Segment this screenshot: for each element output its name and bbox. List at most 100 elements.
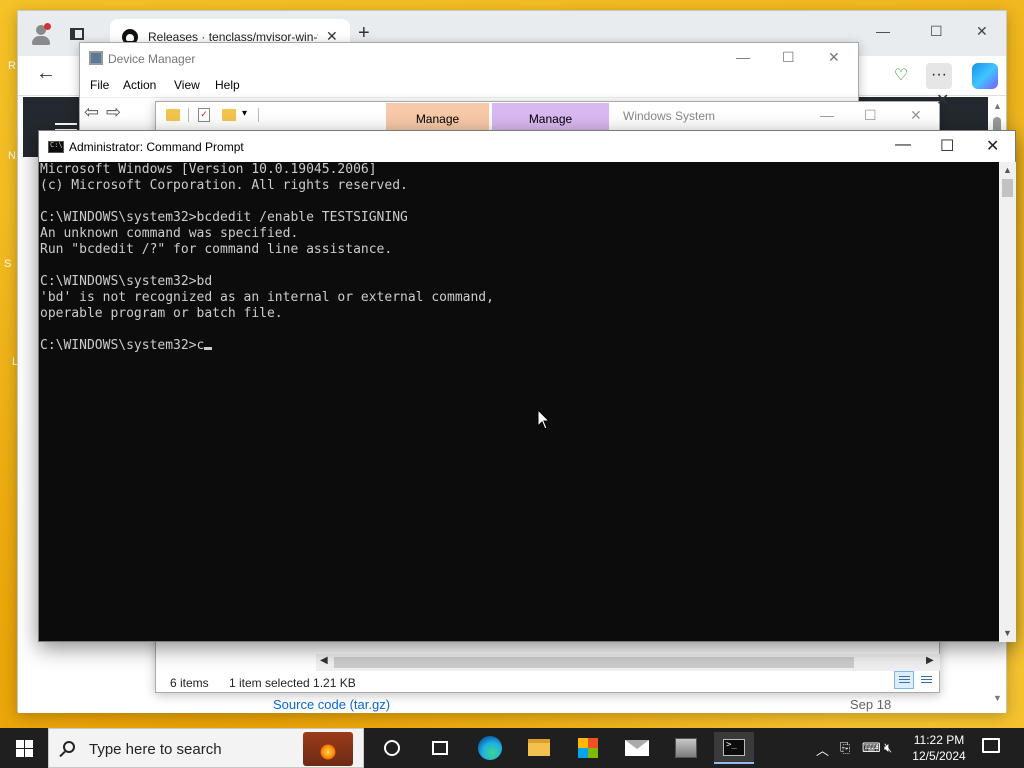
taskbar-edge[interactable] — [470, 732, 510, 764]
ribbon-tab-manage-drive[interactable]: Manage — [386, 103, 489, 132]
cmd-close-button[interactable]: ✕ — [986, 136, 999, 156]
new-folder-icon[interactable] — [222, 109, 236, 121]
console-line: 'bd' is not recognized as an internal or… — [40, 290, 494, 305]
task-view-button[interactable] — [420, 732, 460, 764]
scroll-thumb[interactable] — [1002, 179, 1013, 197]
console-prompt: C:\WINDOWS\system32>c — [40, 338, 205, 353]
separator — [188, 108, 189, 122]
asset-link-source-tar[interactable]: Source code (tar.gz) — [273, 697, 390, 712]
device-manager-minimize-button[interactable]: — — [736, 49, 750, 65]
browser-minimize-button[interactable]: — — [876, 23, 890, 39]
scroll-up-icon[interactable]: ▲ — [1003, 165, 1012, 175]
taskbar-device-manager[interactable] — [666, 732, 706, 764]
command-prompt-window: Administrator: Command Prompt — ☐ ✕ Micr… — [38, 130, 1016, 642]
device-manager-close-button[interactable]: ✕ — [828, 49, 840, 66]
menu-help[interactable]: Help — [215, 78, 240, 92]
explorer-close-button[interactable]: ✕ — [910, 107, 922, 124]
taskbar-clock[interactable]: 11:22 PM 12/5/2024 — [905, 732, 973, 764]
command-prompt-icon — [723, 739, 745, 756]
edge-icon — [478, 736, 502, 760]
explorer-horizontal-scrollbar[interactable]: ◀ ▶ — [316, 654, 940, 671]
tray-overflow-chevron-icon[interactable]: ︿ — [816, 740, 829, 759]
back-arrow-icon[interactable]: ⇦ — [84, 102, 99, 123]
ribbon-tab-manage-app[interactable]: Manage — [492, 103, 609, 132]
scroll-down-icon[interactable]: ▼ — [993, 693, 1002, 703]
item-count: 6 items — [170, 676, 209, 690]
forward-arrow-icon[interactable]: ⇨ — [106, 102, 121, 123]
search-icon — [63, 741, 75, 753]
file-explorer-icon — [528, 739, 550, 756]
profile-avatar-icon[interactable] — [30, 23, 52, 45]
cortana-button[interactable] — [372, 732, 412, 764]
start-button[interactable] — [0, 728, 48, 768]
scroll-up-icon[interactable]: ▲ — [993, 101, 1002, 111]
copilot-icon[interactable] — [972, 63, 998, 89]
large-icons-view-button[interactable] — [916, 671, 936, 689]
search-highlight-fireplace-icon[interactable] — [303, 732, 353, 766]
desktop-icon-fragment[interactable]: R — [8, 60, 16, 72]
console-line: (c) Microsoft Corporation. All rights re… — [40, 178, 408, 193]
mail-icon — [625, 740, 649, 756]
browser-maximize-button[interactable]: ☐ — [930, 23, 943, 40]
cmd-vertical-scrollbar[interactable]: ▲ ▼ — [999, 162, 1016, 642]
cmd-console[interactable]: Microsoft Windows [Version 10.0.19045.20… — [39, 162, 999, 642]
desktop-icon-fragment[interactable]: S — [4, 258, 11, 270]
tab-actions-icon[interactable] — [70, 28, 84, 40]
browser-essentials-icon[interactable]: ♡ — [888, 63, 914, 89]
explorer-minimize-button[interactable]: — — [820, 107, 834, 123]
desktop-icon-fragment[interactable]: N — [8, 150, 16, 162]
explorer-titlebar[interactable]: ✓ ▾ Manage Manage Windows System — ☐ ✕ — [156, 102, 939, 132]
cortana-icon — [384, 740, 400, 756]
browser-sidebar-close-icon[interactable]: ✕ — [936, 90, 949, 110]
menu-action[interactable]: Action — [123, 78, 156, 92]
browser-close-button[interactable]: ✕ — [976, 23, 988, 40]
taskbar-microsoft-store[interactable] — [568, 732, 608, 764]
store-icon — [578, 738, 598, 758]
device-manager-menubar: File Action View Help — [80, 75, 858, 97]
back-button[interactable]: ← — [36, 62, 56, 85]
console-line: operable program or batch file. — [40, 306, 283, 321]
device-manager-icon — [89, 51, 103, 65]
text-cursor — [204, 347, 213, 350]
asset-date: Sep 18 — [850, 697, 892, 712]
taskbar-file-explorer[interactable] — [519, 732, 559, 764]
explorer-maximize-button[interactable]: ☐ — [864, 107, 877, 124]
clock-time: 11:22 PM — [913, 733, 965, 747]
scroll-left-icon[interactable]: ◀ — [320, 655, 328, 666]
device-manager-titlebar[interactable]: Device Manager — ☐ ✕ — [80, 43, 858, 75]
console-line: Run "bcdedit /?" for command line assist… — [40, 242, 393, 257]
selection-info: 1 item selected 1.21 KB — [229, 676, 356, 690]
console-input-line[interactable]: C:\WINDOWS\system32>c — [40, 338, 999, 354]
taskbar-mail[interactable] — [617, 732, 657, 764]
quick-access-dropdown-icon[interactable]: ▾ — [242, 108, 247, 119]
cmd-titlebar[interactable]: Administrator: Command Prompt — ☐ ✕ — [39, 131, 1015, 162]
menu-view[interactable]: View — [174, 78, 200, 92]
cmd-maximize-button[interactable]: ☐ — [940, 136, 954, 156]
cmd-minimize-button[interactable]: — — [895, 136, 911, 154]
device-manager-maximize-button[interactable]: ☐ — [782, 49, 795, 66]
explorer-title: Windows System — [623, 109, 716, 123]
settings-more-button[interactable]: ··· — [926, 63, 952, 89]
explorer-status-bar: 6 items 1 item selected 1.21 KB — [156, 672, 939, 694]
properties-icon[interactable]: ✓ — [198, 108, 210, 122]
volume-muted-icon[interactable]: 🔇︎ — [884, 740, 892, 756]
scroll-right-icon[interactable]: ▶ — [926, 655, 934, 666]
clock-date: 12/5/2024 — [912, 749, 966, 763]
notifications-icon[interactable] — [982, 738, 1000, 753]
console-line: An unknown command was specified. — [40, 226, 299, 241]
menu-file[interactable]: File — [90, 78, 109, 92]
cmd-title: Administrator: Command Prompt — [69, 140, 244, 154]
menu-hamburger-icon[interactable] — [55, 123, 77, 125]
cmd-icon — [48, 141, 64, 153]
scroll-thumb[interactable] — [334, 657, 854, 668]
scroll-down-icon[interactable]: ▼ — [1003, 628, 1012, 638]
taskbar-command-prompt[interactable] — [714, 732, 754, 764]
network-icon[interactable]: ⌨ — [862, 740, 881, 756]
details-view-button[interactable] — [894, 671, 914, 689]
taskbar-search-box[interactable]: Type here to search — [48, 728, 364, 768]
folder-icon — [166, 109, 180, 121]
device-manager-title: Device Manager — [108, 52, 196, 66]
device-manager-icon — [675, 738, 697, 758]
meet-now-icon[interactable]: ⎘ — [840, 740, 850, 756]
